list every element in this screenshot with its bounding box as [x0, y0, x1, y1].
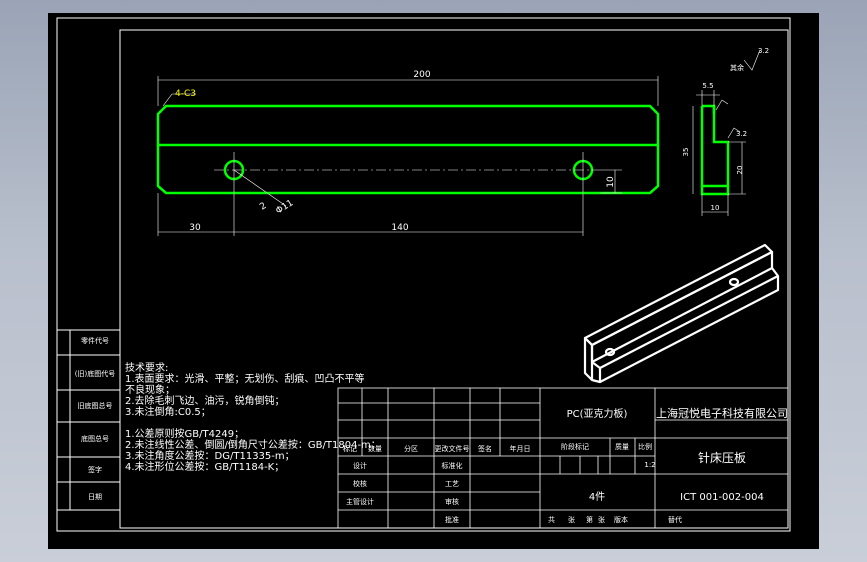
sign-row-check: 校核: [353, 479, 367, 488]
dim-side-lower: 20: [736, 166, 744, 175]
footer-no: 第: [586, 515, 593, 524]
sign-row-design: 设计: [353, 461, 367, 470]
side-view: [700, 104, 730, 196]
roughness-all-value: 3.2: [758, 47, 769, 55]
dim-hole-count: 2: [258, 201, 268, 213]
notes-title: 技术要求:: [125, 361, 168, 374]
note-line-8: 3.未注角度公差按：DG/T11335-m；: [125, 449, 295, 462]
footer-version: 版本: [614, 515, 628, 524]
stage-header-scale: 比例: [638, 442, 652, 451]
left-label-old-base-total: 旧底图总号: [78, 401, 113, 410]
scale-value: 1:2: [644, 461, 655, 469]
footer-total: 共: [548, 515, 555, 524]
rev-header-file: 更改文件号: [435, 444, 470, 453]
stage-header-mark: 阶段标记: [561, 442, 589, 451]
company-name: 上海冠悦电子科技有限公司: [656, 406, 788, 420]
left-label-part-code: 零件代号: [81, 336, 109, 345]
drawing-number: ICT 001-002-004: [680, 492, 764, 503]
roughness-all-label: 其余: [730, 63, 744, 72]
left-label-base-total: 底图总号: [81, 434, 109, 443]
left-label-date: 日期: [88, 493, 102, 501]
dim-side-top: 5.5: [702, 82, 713, 90]
note-line-9: 4.未注形位公差按：GB/T1184-K；: [125, 460, 284, 473]
left-label-signature: 签字: [88, 465, 102, 474]
dim-side-width: 10: [711, 204, 720, 212]
note-line-2: 不良现象；: [125, 383, 175, 396]
dim-overall-length: 200: [413, 70, 430, 80]
note-line-3: 2.去除毛刺飞边、油污，锐角倒钝；: [125, 394, 285, 407]
roughness-side-value: 3.2: [736, 130, 747, 138]
title-block: PC(亚克力板) 上海冠悦电子科技有限公司 针床压板 4件 ICT 001-00…: [343, 406, 788, 524]
approve-row-standard: 标准化: [442, 461, 463, 470]
approve-row-review: 审核: [445, 497, 459, 506]
isometric-view: [583, 243, 780, 384]
approve-row-process: 工艺: [445, 480, 459, 488]
replace-label: 替代: [668, 515, 682, 524]
rev-header-sign: 签名: [478, 444, 492, 453]
part-name: 针床压板: [698, 450, 746, 465]
rev-header-mark: 标记: [343, 444, 357, 453]
dim-hole-diameter: Φ11: [274, 198, 295, 216]
note-line-4: 3.未注倒角:C0.5；: [125, 405, 211, 418]
footer-sheet-1: 张: [568, 515, 575, 524]
dim-chamfer: 4-C3: [175, 89, 196, 99]
dim-hole-height: 10: [606, 176, 616, 188]
sign-row-chief: 主管设计: [346, 497, 374, 506]
dim-side-height: 35: [682, 148, 690, 157]
dim-edge-offset: 30: [189, 223, 201, 233]
left-column: 零件代号 (旧)底图代号 旧底图总号 底图总号 签字 日期: [57, 329, 120, 511]
cad-drawing: 零件代号 (旧)底图代号 旧底图总号 底图总号 签字 日期 200 4-C3 3…: [56, 17, 791, 532]
rev-header-count: 数量: [368, 444, 382, 453]
note-line-6: 1.公差原则按GB/T4249；: [125, 427, 244, 440]
dim-hole-spacing: 140: [391, 223, 408, 233]
stage-header-mass: 质量: [615, 442, 629, 451]
note-line-1: 1.表面要求：光滑、平整；无划伤、刮痕、凹凸不平等: [125, 372, 365, 385]
material-label: PC(亚克力板): [567, 407, 628, 420]
approve-row-approve: 批准: [445, 515, 459, 524]
footer-sheet-2: 张: [598, 515, 605, 524]
quantity-label: 4件: [589, 491, 605, 503]
rev-header-zone: 分区: [404, 444, 418, 453]
left-label-old-base-code: (旧)底图代号: [75, 369, 115, 378]
rev-header-date: 年月日: [510, 444, 531, 453]
